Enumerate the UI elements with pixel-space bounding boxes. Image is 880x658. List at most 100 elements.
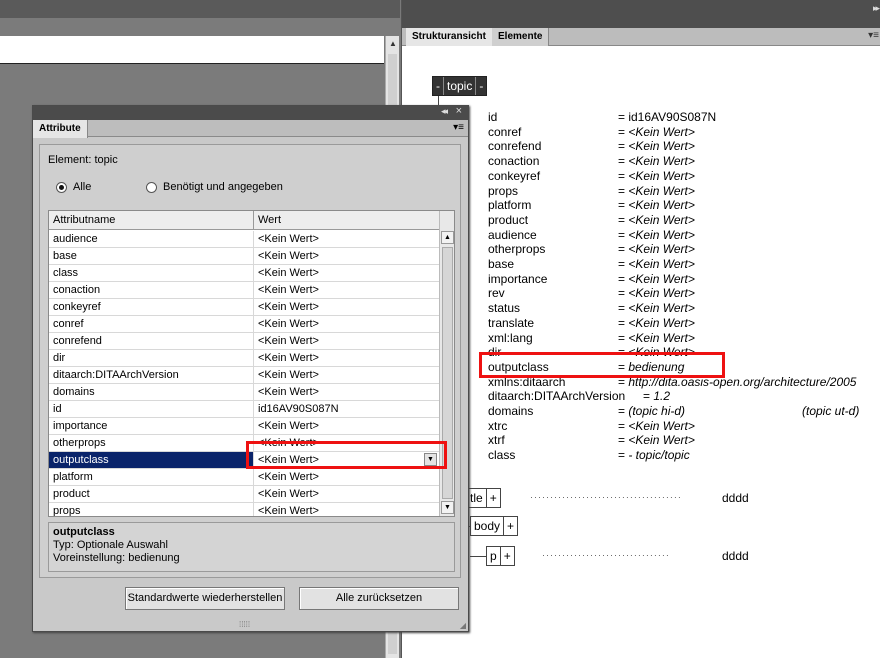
attribute-value-text: <Kein Wert>	[258, 267, 319, 279]
table-row[interactable]: conrefend <Kein Wert>	[49, 333, 439, 350]
structure-attribute-value: = <Kein Wert>	[618, 124, 695, 139]
structure-attribute-value-text: <Kein Wert>	[628, 242, 695, 257]
attribute-value-text: <Kein Wert>	[258, 505, 319, 517]
document-page[interactable]	[0, 36, 384, 64]
table-row[interactable]: id id16AV90S087N	[49, 401, 439, 418]
column-header-name[interactable]: Attributname	[49, 211, 254, 230]
structure-attribute-value: = <Kein Wert>	[618, 227, 695, 242]
table-row[interactable]: audience <Kein Wert>	[49, 231, 439, 248]
attribute-name-cell[interactable]: id	[49, 401, 254, 417]
close-icon[interactable]: ×	[456, 105, 462, 117]
structure-attribute-value: = <Kein Wert>	[618, 257, 695, 271]
restore-defaults-button[interactable]: Standardwerte wiederherstellen	[125, 587, 285, 610]
table-row[interactable]: base <Kein Wert>	[49, 248, 439, 265]
table-row[interactable]: conref <Kein Wert>	[49, 316, 439, 333]
radio-required-indicator[interactable]	[146, 181, 157, 193]
table-row[interactable]: conaction <Kein Wert>	[49, 282, 439, 299]
body-expand-button[interactable]: +	[504, 517, 517, 535]
tab-elemente[interactable]: Elemente	[492, 28, 550, 46]
attribute-value-cell[interactable]: id16AV90S087N	[254, 401, 439, 417]
radio-alle[interactable]: Alle	[56, 181, 91, 193]
structure-attribute-name: domains	[488, 404, 534, 418]
column-header-value[interactable]: Wert	[254, 211, 439, 230]
tab-strukturansicht[interactable]: Strukturansicht	[406, 28, 493, 46]
attribute-name-cell[interactable]: outputclass	[49, 452, 254, 468]
topic-collapse-left[interactable]: -	[433, 77, 444, 95]
tab-attribute[interactable]: Attribute	[33, 120, 88, 138]
attribute-value-cell[interactable]: <Kein Wert>	[254, 248, 439, 264]
table-row[interactable]: product <Kein Wert>	[49, 486, 439, 503]
attribute-name-cell[interactable]: product	[49, 486, 254, 502]
title-expand-button[interactable]: +	[487, 489, 500, 507]
attribute-name-cell[interactable]: class	[49, 265, 254, 281]
scroll-down-icon[interactable]: ▼	[441, 501, 454, 514]
table-row[interactable]: class <Kein Wert>	[49, 265, 439, 282]
attribute-value-cell[interactable]: <Kein Wert>	[254, 384, 439, 400]
structure-attribute-extra: (topic ut-d)	[802, 404, 860, 418]
attribute-value-text: <Kein Wert>	[258, 488, 319, 500]
table-row[interactable]: platform <Kein Wert>	[49, 469, 439, 486]
attribute-value-cell[interactable]: <Kein Wert>	[254, 418, 439, 434]
attribute-value-cell[interactable]: <Kein Wert>	[254, 299, 439, 315]
body-node[interactable]: body +	[470, 516, 519, 536]
table-row[interactable]: conkeyref <Kein Wert>	[49, 299, 439, 316]
attribute-value-cell[interactable]: <Kein Wert>	[254, 350, 439, 366]
attribute-name-cell[interactable]: base	[49, 248, 254, 264]
resize-grip-icon[interactable]: ◢	[460, 621, 466, 630]
attribute-value-cell[interactable]: <Kein Wert>	[254, 231, 439, 247]
structure-attribute-value: = <Kein Wert>	[618, 315, 695, 330]
attribute-name-cell[interactable]: props	[49, 503, 254, 516]
structure-attribute-name: xtrf	[488, 433, 505, 448]
scroll-up-icon[interactable]: ▲	[387, 38, 399, 50]
collapse-panel-icon[interactable]: ▸▸	[873, 3, 880, 14]
attribute-value-cell[interactable]: <Kein Wert>	[254, 282, 439, 298]
p-node[interactable]: p +	[486, 546, 515, 566]
attribute-name-cell[interactable]: importance	[49, 418, 254, 434]
attribute-value-cell[interactable]: <Kein Wert>	[254, 333, 439, 349]
attribute-value-cell[interactable]: <Kein Wert>	[254, 503, 439, 517]
outputclass-highlight-box	[479, 352, 725, 378]
table-row[interactable]: dir <Kein Wert>	[49, 350, 439, 367]
dotted-leader: ································	[542, 550, 670, 560]
panel-menu-icon[interactable]: ▾≡	[868, 30, 879, 41]
attribute-name-cell[interactable]: conkeyref	[49, 299, 254, 315]
attribute-value-cell[interactable]: <Kein Wert>	[254, 367, 439, 383]
table-row[interactable]: props <Kein Wert>	[49, 503, 439, 517]
attribute-name-cell[interactable]: audience	[49, 231, 254, 247]
dialog-titlebar[interactable]: ◂◂ ×	[33, 105, 468, 120]
structure-attribute-value: = <Kein Wert>	[618, 433, 695, 448]
attribute-name-cell[interactable]: conref	[49, 316, 254, 332]
attribute-value-cell[interactable]: <Kein Wert>	[254, 469, 439, 485]
structure-attribute-value: = <Kein Wert>	[618, 168, 695, 183]
attribute-value-cell[interactable]: <Kein Wert>	[254, 316, 439, 332]
attribute-name-cell[interactable]: ditaarch:DITAArchVersion	[49, 367, 254, 383]
table-row[interactable]: domains <Kein Wert>	[49, 384, 439, 401]
topic-collapse-right[interactable]: -	[476, 77, 486, 95]
radio-alle-indicator[interactable]	[56, 181, 67, 193]
dialog-menu-icon[interactable]: ▾≡	[453, 122, 464, 133]
table-row[interactable]: importance <Kein Wert>	[49, 418, 439, 435]
grip-icon[interactable]: ⁞⁞⁞⁞⁞	[239, 620, 250, 629]
title-node[interactable]: tle +	[466, 488, 501, 508]
attribute-value-cell[interactable]: <Kein Wert>	[254, 265, 439, 281]
structure-attribute-name: base	[488, 257, 515, 271]
dialog-content: Element: topic Alle Benötigt und angegeb…	[39, 144, 461, 578]
table-row[interactable]: ditaarch:DITAArchVersion <Kein Wert>	[49, 367, 439, 384]
attribute-name-cell[interactable]: platform	[49, 469, 254, 485]
attribute-name-cell[interactable]: domains	[49, 384, 254, 400]
scroll-up-icon[interactable]: ▲	[441, 231, 454, 244]
p-expand-button[interactable]: +	[501, 547, 514, 565]
attribute-name-cell[interactable]: otherprops	[49, 435, 254, 451]
attribute-name-cell[interactable]: conrefend	[49, 333, 254, 349]
reset-all-button[interactable]: Alle zurücksetzen	[299, 587, 459, 610]
radio-required[interactable]: Benötigt und angegeben	[146, 181, 283, 193]
structure-attribute-name: status	[488, 301, 521, 316]
attribute-name-cell[interactable]: dir	[49, 350, 254, 366]
structure-attribute-name: conkeyref	[488, 168, 541, 183]
table-scrollbar[interactable]: ▲ ▼	[439, 211, 454, 516]
attribute-value-cell[interactable]: <Kein Wert>	[254, 486, 439, 502]
attribute-value-text: <Kein Wert>	[258, 250, 319, 262]
collapse-dialog-icon[interactable]: ◂◂	[441, 106, 448, 117]
attribute-name-cell[interactable]: conaction	[49, 282, 254, 298]
topic-node[interactable]: - topic -	[432, 76, 488, 96]
